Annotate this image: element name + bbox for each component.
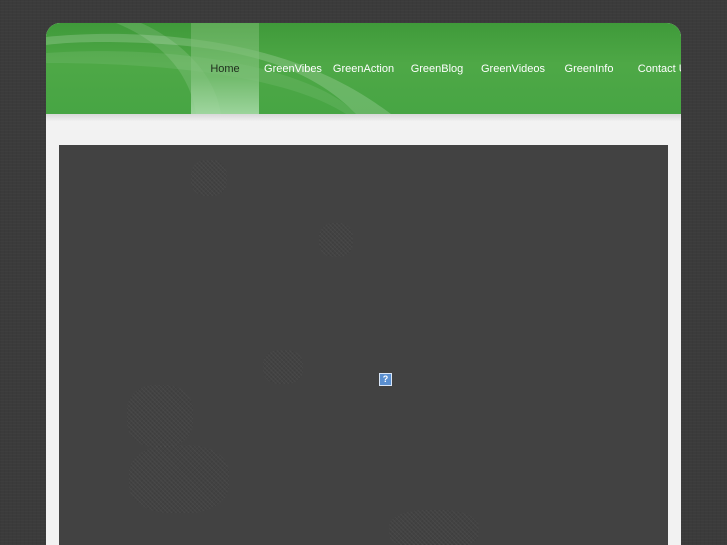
nav-item-greenaction[interactable]: GreenAction <box>327 23 400 114</box>
background-texture <box>389 510 479 545</box>
nav-item-greeninfo[interactable]: GreenInfo <box>552 23 626 114</box>
background-texture <box>319 223 353 257</box>
nav-item-contact-us[interactable]: Contact Us <box>626 23 681 114</box>
background-texture <box>191 160 227 196</box>
background-texture <box>263 350 303 384</box>
nav-item-greenblog[interactable]: GreenBlog <box>400 23 474 114</box>
background-texture <box>127 385 193 447</box>
background-texture <box>129 445 229 513</box>
main-navigation: Home GreenVibes GreenAction GreenBlog Gr… <box>191 23 681 114</box>
main-content-panel: ? <box>59 145 668 545</box>
nav-item-home[interactable]: Home <box>191 23 259 114</box>
broken-image-icon: ? <box>379 373 392 386</box>
nav-item-greenvibes[interactable]: GreenVibes <box>259 23 327 114</box>
page-container: Home GreenVibes GreenAction GreenBlog Gr… <box>46 23 681 545</box>
header-sub-bar <box>46 114 681 122</box>
site-header: Home GreenVibes GreenAction GreenBlog Gr… <box>46 23 681 114</box>
nav-item-greenvideos[interactable]: GreenVideos <box>474 23 552 114</box>
